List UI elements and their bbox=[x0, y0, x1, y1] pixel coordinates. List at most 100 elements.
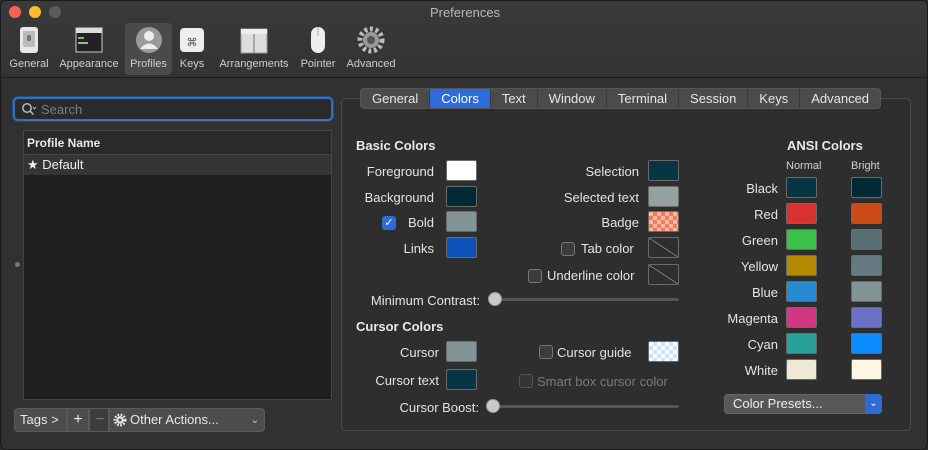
toolbar-item-keys[interactable]: ⌘ Keys bbox=[175, 23, 209, 75]
cursor-boost-slider[interactable] bbox=[488, 405, 679, 408]
profile-row-default[interactable]: ★ Default bbox=[24, 155, 331, 175]
ansi-magenta-normal-well[interactable] bbox=[786, 307, 817, 328]
color-presets-dropdown[interactable]: Color Presets... ⌄ bbox=[724, 394, 882, 414]
ansi-yellow-bright-well[interactable] bbox=[851, 255, 882, 276]
selected-text-label: Selected text bbox=[563, 190, 639, 205]
background-color-well[interactable] bbox=[446, 186, 477, 207]
cursor-text-color-well[interactable] bbox=[446, 369, 477, 390]
badge-label: Badge bbox=[601, 215, 639, 230]
underline-color-label: Underline color bbox=[547, 268, 635, 283]
minimum-contrast-slider[interactable] bbox=[489, 298, 679, 301]
ansi-red-normal-well[interactable] bbox=[786, 203, 817, 224]
ansi-blue-normal-well[interactable] bbox=[786, 281, 817, 302]
tab-session[interactable]: Session bbox=[679, 89, 749, 108]
remove-profile-button[interactable]: − bbox=[89, 408, 109, 432]
toolbar-item-profiles[interactable]: Profiles bbox=[125, 23, 172, 75]
chevron-down-icon: ⌄ bbox=[865, 394, 882, 414]
smart-box-cursor-checkbox[interactable] bbox=[519, 374, 533, 388]
other-actions-label: Other Actions... bbox=[130, 412, 219, 427]
minimum-contrast-label: Minimum Contrast: bbox=[370, 293, 480, 308]
smart-box-cursor-label: Smart box cursor color bbox=[537, 374, 668, 389]
svg-text:⌘: ⌘ bbox=[187, 36, 198, 49]
underline-color-well[interactable] bbox=[648, 264, 679, 285]
tab-window[interactable]: Window bbox=[538, 89, 607, 108]
toolbar-item-appearance[interactable]: Appearance bbox=[57, 23, 121, 75]
pointer-icon bbox=[311, 27, 325, 53]
profile-name-column-header[interactable]: Profile Name bbox=[24, 131, 331, 155]
ansi-red-label: Red bbox=[754, 207, 778, 222]
cursor-boost-knob[interactable] bbox=[486, 399, 500, 413]
ansi-black-label: Black bbox=[746, 181, 778, 196]
bold-label: Bold bbox=[407, 215, 434, 230]
color-presets-label: Color Presets... bbox=[733, 396, 823, 411]
cursor-guide-checkbox[interactable] bbox=[539, 345, 553, 359]
appearance-icon bbox=[75, 27, 103, 53]
toolbar-item-pointer[interactable]: Pointer bbox=[297, 23, 339, 75]
toolbar-item-arrangements[interactable]: Arrangements bbox=[215, 23, 293, 75]
other-actions-button[interactable]: Other Actions... ⌄ bbox=[109, 408, 265, 432]
chevron-down-icon: ⌄ bbox=[250, 415, 259, 426]
bold-color-well[interactable] bbox=[446, 211, 477, 232]
ansi-white-label: White bbox=[744, 363, 778, 378]
ansi-red-bright-well[interactable] bbox=[851, 203, 882, 224]
toolbar-item-advanced[interactable]: Advanced bbox=[343, 23, 399, 75]
toolbar-item-general[interactable]: General bbox=[7, 23, 51, 75]
ansi-white-normal-well[interactable] bbox=[786, 359, 817, 380]
profile-list: Profile Name ★ Default bbox=[23, 130, 332, 400]
tab-colors[interactable]: Colors bbox=[430, 89, 491, 108]
star-icon: ★ bbox=[27, 157, 39, 172]
bright-column-header: Bright bbox=[851, 160, 880, 172]
ansi-cyan-label: Cyan bbox=[747, 337, 778, 352]
selection-label: Selection bbox=[585, 164, 639, 179]
badge-color-well[interactable] bbox=[648, 211, 679, 232]
profiles-icon bbox=[135, 27, 162, 53]
ansi-white-bright-well[interactable] bbox=[851, 359, 882, 380]
ansi-green-bright-well[interactable] bbox=[851, 229, 882, 250]
selection-color-well[interactable] bbox=[648, 160, 679, 181]
underline-color-checkbox[interactable] bbox=[528, 269, 542, 283]
cursor-guide-label: Cursor guide bbox=[557, 345, 632, 360]
selected-text-color-well[interactable] bbox=[648, 186, 679, 207]
tab-keys[interactable]: Keys bbox=[748, 89, 801, 108]
ansi-green-normal-well[interactable] bbox=[786, 229, 817, 250]
minimum-contrast-knob[interactable] bbox=[488, 292, 502, 306]
cursor-colors-heading: Cursor Colors bbox=[356, 319, 444, 334]
tab-advanced[interactable]: Advanced bbox=[800, 89, 880, 108]
tab-general[interactable]: General bbox=[361, 89, 431, 108]
cursor-guide-color-well[interactable] bbox=[648, 341, 679, 362]
ansi-black-bright-well[interactable] bbox=[851, 177, 882, 198]
ansi-magenta-label: Magenta bbox=[727, 311, 778, 326]
cursor-boost-label: Cursor Boost: bbox=[399, 400, 479, 415]
gear-icon bbox=[113, 413, 127, 427]
profile-actions-bar: Tags > + − Other Actions... ⌄ bbox=[14, 408, 265, 432]
tags-button[interactable]: Tags > bbox=[14, 408, 67, 432]
profile-name: Default bbox=[42, 157, 84, 172]
search-field[interactable] bbox=[13, 97, 333, 121]
ansi-cyan-normal-well[interactable] bbox=[786, 333, 817, 354]
preferences-window: Preferences General Appearance Profiles … bbox=[0, 0, 928, 450]
foreground-label: Foreground bbox=[366, 164, 434, 179]
tab-text[interactable]: Text bbox=[491, 89, 538, 108]
ansi-yellow-label: Yellow bbox=[740, 259, 778, 274]
split-view-handle[interactable] bbox=[15, 262, 20, 267]
normal-column-header: Normal bbox=[786, 160, 822, 172]
ansi-magenta-bright-well[interactable] bbox=[851, 307, 882, 328]
cursor-color-well[interactable] bbox=[446, 341, 477, 362]
ansi-yellow-normal-well[interactable] bbox=[786, 255, 817, 276]
search-input[interactable] bbox=[41, 100, 321, 118]
bold-checkbox[interactable]: ✓ bbox=[382, 216, 396, 230]
tab-color-checkbox[interactable] bbox=[561, 242, 575, 256]
foreground-color-well[interactable] bbox=[446, 160, 477, 181]
search-icon bbox=[22, 103, 37, 116]
advanced-gear-icon bbox=[357, 26, 385, 54]
links-label: Links bbox=[403, 241, 434, 256]
links-color-well[interactable] bbox=[446, 237, 477, 258]
add-profile-button[interactable]: + bbox=[67, 408, 89, 432]
arrangements-icon bbox=[240, 28, 268, 54]
tab-color-well[interactable] bbox=[648, 237, 679, 258]
ansi-black-normal-well[interactable] bbox=[786, 177, 817, 198]
tab-terminal[interactable]: Terminal bbox=[607, 89, 680, 108]
ansi-cyan-bright-well[interactable] bbox=[851, 333, 882, 354]
ansi-blue-bright-well[interactable] bbox=[851, 281, 882, 302]
profile-tabs: General Colors Text Window Terminal Sess… bbox=[360, 88, 882, 109]
